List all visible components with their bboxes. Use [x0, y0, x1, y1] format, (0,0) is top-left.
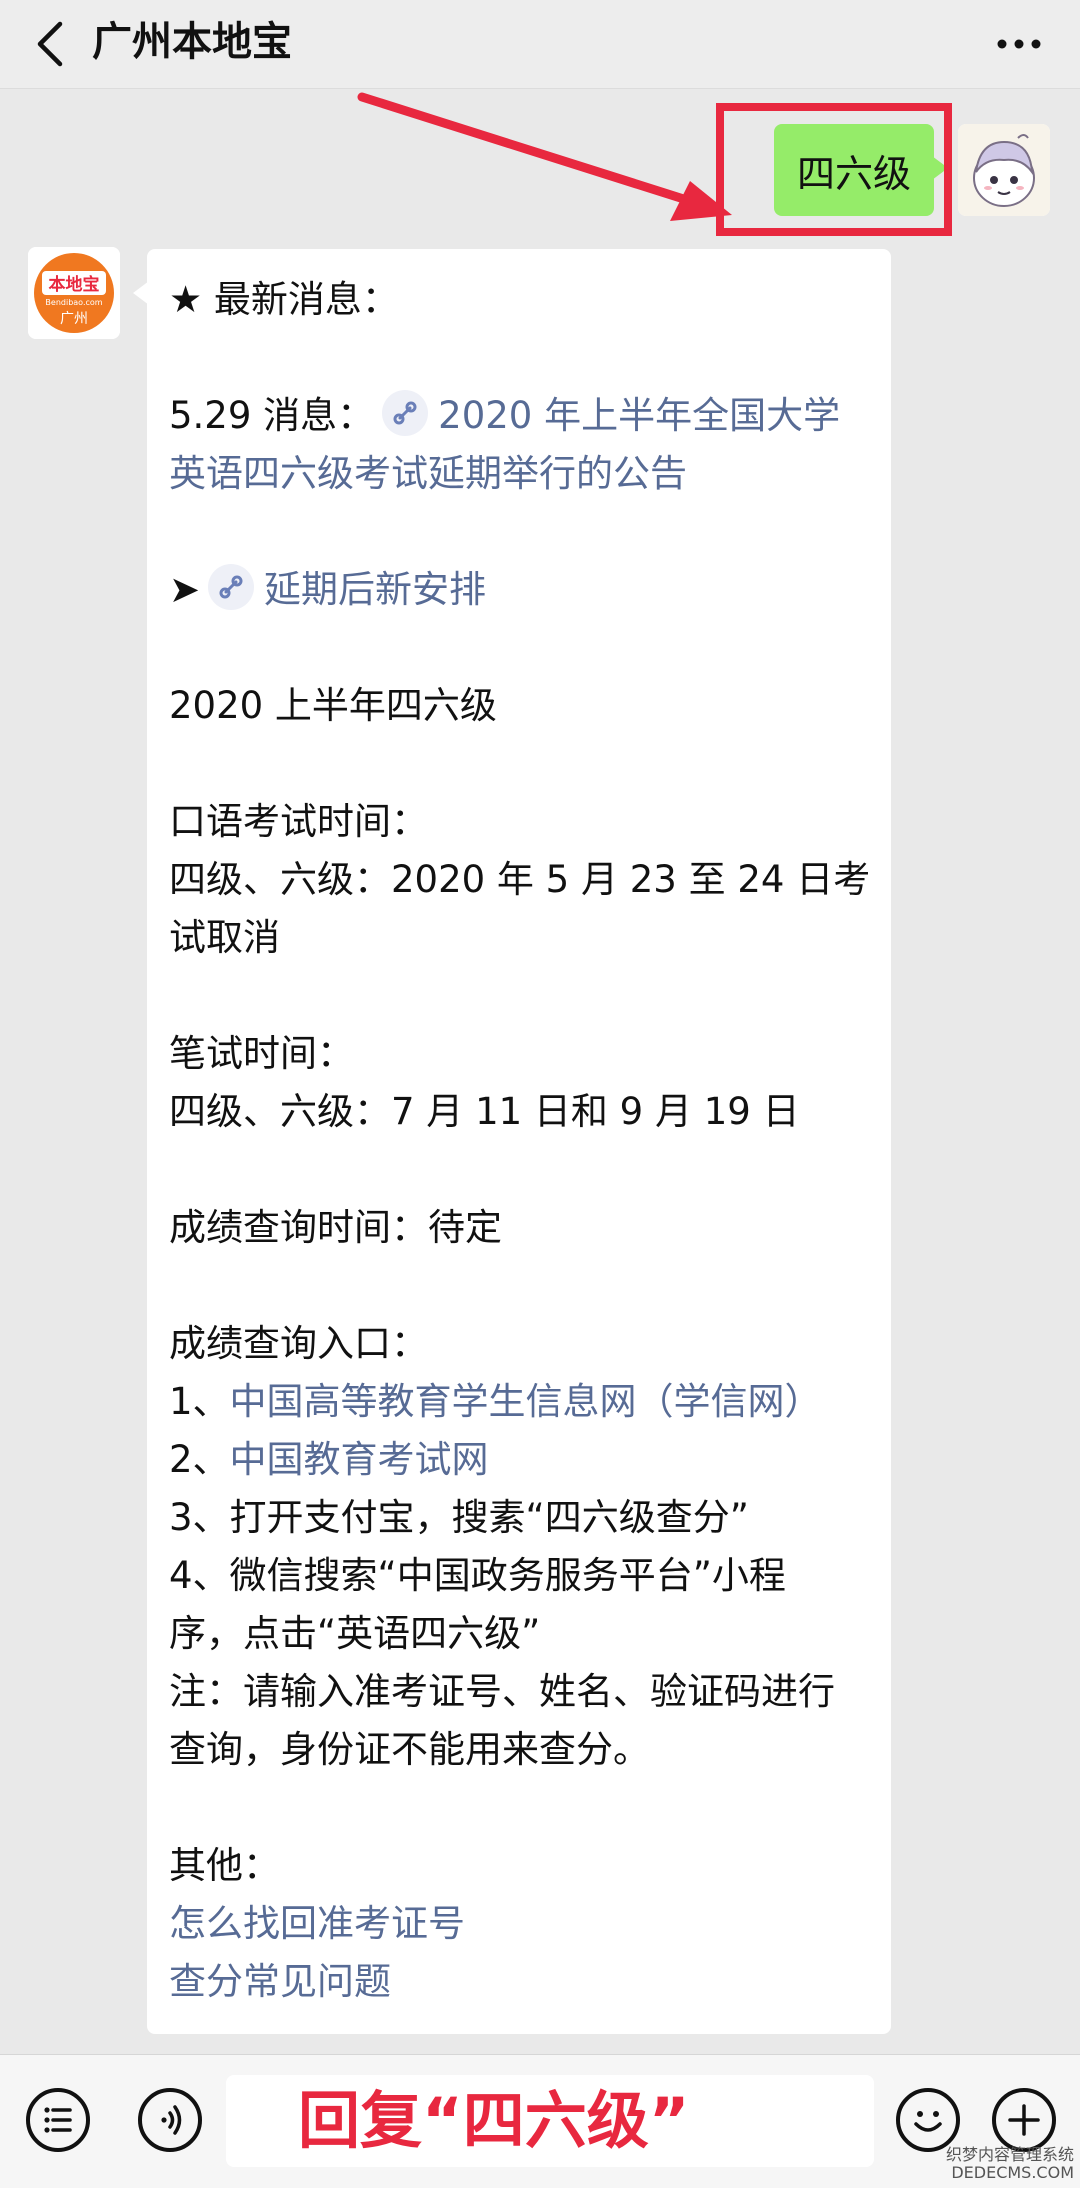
schedule-link[interactable]: 延期后新安排 [264, 568, 486, 611]
entry-1-link[interactable]: 中国高等教育学生信息网（学信网） [230, 1380, 822, 1423]
emoji-icon[interactable] [896, 2088, 960, 2152]
more-options-icon[interactable] [994, 26, 1044, 62]
entry-label: 成绩查询入口： [169, 1322, 428, 1365]
mini-program-link-icon [208, 564, 255, 610]
input-bar: 回复“四六级” 织梦内容管理系统 DEDECMS.COM [0, 2054, 1080, 2188]
mini-program-link-icon [382, 390, 429, 436]
entry-2-link[interactable]: 中国教育考试网 [230, 1438, 489, 1481]
entry-1: 1、中国高等教育学生信息网（学信网） [169, 1373, 869, 1431]
other-link-faq[interactable]: 查分常见问题 [169, 1953, 869, 2011]
chat-area: 四六级 本地宝 Bendibao.com 广州 ★ 最新消息： 5.29 消息：… [0, 89, 1080, 2054]
entry-4: 4、微信搜索“中国政务服务平台”小程 [169, 1554, 786, 1597]
annotation-arrow [357, 92, 732, 221]
schedule-line: ➤ 延期后新安排 [169, 561, 869, 619]
highlight-box [716, 103, 952, 236]
voice-input-icon[interactable] [138, 2088, 202, 2152]
news-line: 5.29 消息： 2020 年上半年全国大学 [169, 387, 869, 445]
entry-1-prefix: 1、 [169, 1380, 230, 1423]
entry-4-continued: 序，点击“英语四六级” [169, 1612, 541, 1655]
logo-text: 本地宝 [49, 274, 100, 295]
entry-2-prefix: 2、 [169, 1438, 230, 1481]
note-line-continued: 查询，身份证不能用来查分。 [169, 1728, 650, 1771]
logo-sub: Bendibao.com [45, 298, 102, 307]
arrow-bullet: ➤ [169, 568, 201, 611]
other-label: 其他： [169, 1844, 280, 1887]
bot-message-bubble: ★ 最新消息： 5.29 消息： 2020 年上半年全国大学 英语四六级考试延期举… [133, 249, 891, 2034]
written-label: 笔试时间： [169, 1032, 354, 1075]
other-link-admission-ticket[interactable]: 怎么找回准考证号 [169, 1895, 869, 1953]
cartoon-avatar-icon [958, 124, 1050, 216]
written-line: 四级、六级：7 月 11 日和 9 月 19 日 [169, 1090, 800, 1133]
watermark: 织梦内容管理系统 DEDECMS.COM [946, 2146, 1074, 2182]
logo-city: 广州 [60, 311, 88, 327]
bot-avatar[interactable]: 本地宝 Bendibao.com 广州 [28, 247, 120, 339]
user-avatar[interactable] [958, 124, 1050, 216]
chat-title: 广州本地宝 [92, 19, 292, 65]
message-heading: ★ 最新消息： [169, 278, 399, 321]
title-bar: 广州本地宝 [0, 0, 1080, 89]
score-time: 成绩查询时间：待定 [169, 1206, 502, 1249]
watermark-line1: 织梦内容管理系统 [945, 2145, 1074, 2164]
oral-line-continued: 试取消 [169, 916, 280, 959]
section-title: 2020 上半年四六级 [169, 684, 497, 727]
oral-line: 四级、六级：2020 年 5 月 23 至 24 日考 [169, 858, 871, 901]
news-prefix: 5.29 消息： [169, 394, 375, 437]
news-link[interactable]: 2020 年上半年全国大学 [438, 394, 840, 437]
back-arrow-icon[interactable] [28, 18, 72, 70]
message-input[interactable]: 回复“四六级” [226, 2075, 874, 2167]
reply-instruction-overlay: 回复“四六级” [298, 2084, 690, 2157]
bendibao-logo-icon: 本地宝 Bendibao.com 广州 [28, 247, 120, 339]
news-link-continued[interactable]: 英语四六级考试延期举行的公告 [169, 445, 869, 503]
oral-label: 口语考试时间： [169, 800, 428, 843]
bot-message-body: ★ 最新消息： 5.29 消息： 2020 年上半年全国大学 英语四六级考试延期举… [169, 271, 871, 2011]
menu-list-icon[interactable] [26, 2088, 90, 2152]
watermark-line2: DEDECMS.COM [951, 2163, 1074, 2182]
plus-icon[interactable] [992, 2088, 1056, 2152]
entry-3: 3、打开支付宝，搜素“四六级查分” [169, 1496, 749, 1539]
note-line: 注：请输入准考证号、姓名、验证码进行 [169, 1670, 835, 1713]
entry-2: 2、中国教育考试网 [169, 1431, 869, 1489]
